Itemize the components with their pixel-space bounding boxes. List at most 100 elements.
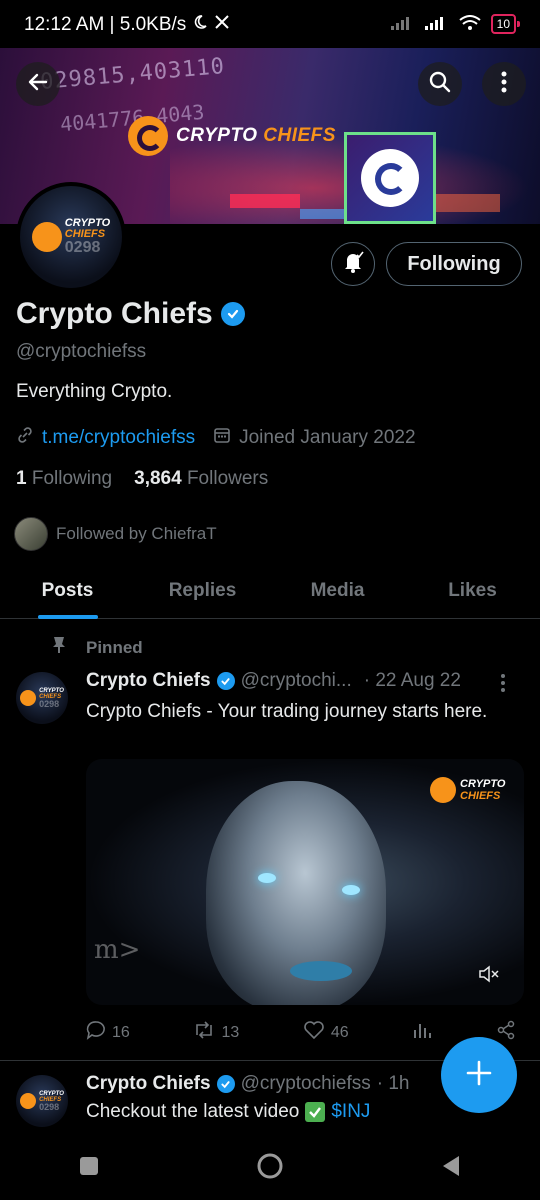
status-time: 12:12 AM | 5.0KB/s [24, 14, 187, 35]
crypto-chiefs-c-icon [128, 116, 168, 156]
tweet-author-name[interactable]: Crypto Chiefs [86, 670, 211, 692]
tweet-text: Crypto Chiefs - Your trading journey sta… [86, 701, 488, 722]
banner-brand-logo: CRYPTO CHIEFS [128, 116, 336, 156]
avatar-bg-digits: 0298 [64, 239, 101, 256]
recents-button[interactable] [79, 1156, 99, 1181]
tweet-author-name[interactable]: Crypto Chiefs [86, 1073, 211, 1095]
heart-icon [303, 1020, 325, 1045]
avatar-logo: CRYPTO CHIEFS 0298 [16, 672, 68, 724]
active-tab-indicator [37, 615, 98, 619]
tweet-author-handle[interactable]: @cryptochi... [241, 670, 352, 692]
calendar-icon [213, 426, 231, 450]
share-button[interactable] [496, 1020, 516, 1045]
profile-avatar[interactable]: CRYPTO CHIEFS 0298 [16, 182, 126, 292]
verified-badge-icon [216, 672, 235, 690]
avatar-bg-digits: 0298 [39, 698, 60, 709]
analytics-bar-icon [412, 1020, 432, 1045]
pinned-label: Pinned [86, 637, 143, 657]
followers-count-link[interactable]: 3,864 Followers [134, 468, 268, 490]
tweet-author-handle[interactable]: @cryptochiefss [241, 1073, 371, 1095]
reply-icon [86, 1020, 106, 1045]
square-brand-icon [344, 132, 436, 224]
profile-website-link[interactable]: t.me/cryptochiefss [42, 427, 195, 449]
home-button[interactable] [256, 1152, 284, 1185]
banner-light [230, 194, 300, 208]
tab-replies[interactable]: Replies [135, 566, 270, 618]
banner-light [430, 194, 500, 212]
tweet-actions: 16 13 46 [86, 1020, 516, 1045]
following-label: Following [31, 468, 113, 489]
video-logo-line1: CRYPTO [460, 777, 506, 790]
tweet-header: Crypto Chiefs @cryptochiefss · 1h [86, 1073, 410, 1095]
avatar-logo: CRYPTO CHIEFS 0298 [20, 186, 122, 288]
following-button[interactable]: Following [386, 242, 522, 286]
avatar-logo-line1: CRYPTO [39, 687, 64, 694]
profile-name-text: Crypto Chiefs [16, 297, 213, 330]
avatar-logo-text: CRYPTO CHIEFS 0298 [39, 1091, 64, 1112]
back-nav-button[interactable] [441, 1155, 461, 1182]
more-options-button[interactable] [482, 62, 526, 106]
repost-button[interactable]: 13 [193, 1021, 239, 1044]
mute-button[interactable] [478, 965, 500, 988]
back-button[interactable] [16, 62, 60, 106]
tweet-date: · 22 Aug 22 [363, 670, 461, 691]
video-face-image [206, 781, 386, 1005]
brand-word-crypto: CRYPTO [176, 125, 258, 146]
search-button[interactable] [418, 62, 462, 106]
tweet-media-video[interactable]: CRYPTO CHIEFS m> [86, 759, 524, 1005]
avatar-logo-text: CRYPTO CHIEFS 0298 [39, 688, 64, 709]
plus-icon [465, 1059, 493, 1092]
following-count: 1 [16, 468, 27, 489]
link-icon [16, 426, 34, 450]
reply-count: 16 [112, 1023, 130, 1041]
tab-likes[interactable]: Likes [405, 566, 540, 618]
followers-label: Followers [186, 468, 269, 489]
more-vertical-icon [500, 674, 506, 696]
following-count-link[interactable]: 1 Following [16, 468, 112, 490]
notifications-bell-button[interactable] [331, 242, 375, 286]
follow-counts: 1 Following 3,864 Followers [16, 468, 268, 490]
profile-handle: @cryptochiefss [16, 341, 147, 362]
like-button[interactable]: 46 [303, 1020, 349, 1045]
crypto-chiefs-c-icon [20, 690, 37, 706]
android-nav-bar [0, 1136, 540, 1200]
tab-replies-label: Replies [168, 580, 237, 601]
compose-post-button[interactable] [441, 1037, 517, 1113]
tab-likes-label: Likes [448, 580, 497, 601]
brand-wordmark: CRYPTO CHIEFS [176, 125, 336, 147]
tweet-time: · 1h [376, 1073, 410, 1094]
tweet-avatar[interactable]: CRYPTO CHIEFS 0298 [16, 1075, 68, 1127]
profile-joined-date: Joined January 2022 [239, 427, 416, 448]
avatar-logo-line1: CRYPTO [39, 1090, 64, 1097]
profile-tabs: Posts Replies Media Likes [0, 566, 540, 619]
tab-posts[interactable]: Posts [0, 566, 135, 619]
more-vertical-icon [501, 71, 507, 98]
moon-icon [192, 14, 208, 36]
back-arrow-icon [26, 70, 50, 99]
status-bar: 12:12 AM | 5.0KB/s 10 [0, 0, 540, 48]
status-right: 10 [390, 14, 521, 34]
followed-by-text: Followed by ChiefraT [56, 524, 217, 543]
tweet-body: Checkout the latest video [86, 1101, 300, 1122]
crypto-chiefs-c-icon [31, 222, 62, 252]
tab-media[interactable]: Media [270, 566, 405, 618]
bell-check-icon [340, 249, 366, 280]
profile-display-name: Crypto Chiefs [16, 297, 245, 331]
tweet-avatar[interactable]: CRYPTO CHIEFS 0298 [16, 672, 68, 724]
brand-word-chiefs: CHIEFS [263, 125, 336, 146]
search-icon [428, 70, 452, 99]
avatar-logo-text: CRYPTO CHIEFS 0298 [65, 218, 110, 256]
battery-icon: 10 [490, 14, 521, 34]
verified-badge-icon [220, 302, 245, 326]
video-eye [342, 885, 360, 895]
profile-meta: t.me/cryptochiefss Joined January 2022 [16, 426, 416, 450]
views-button[interactable] [412, 1020, 432, 1045]
avatar-bg-digits: 0298 [39, 1101, 60, 1112]
tweet-text: Checkout the latest video $INJ [86, 1101, 370, 1123]
like-count: 46 [330, 1023, 349, 1041]
share-icon [496, 1020, 516, 1045]
tweet-more-button[interactable] [500, 672, 506, 697]
reply-button[interactable]: 16 [86, 1020, 130, 1045]
followed-by[interactable]: Followed by ChiefraT [14, 517, 217, 551]
cashtag-link[interactable]: $INJ [331, 1101, 370, 1123]
